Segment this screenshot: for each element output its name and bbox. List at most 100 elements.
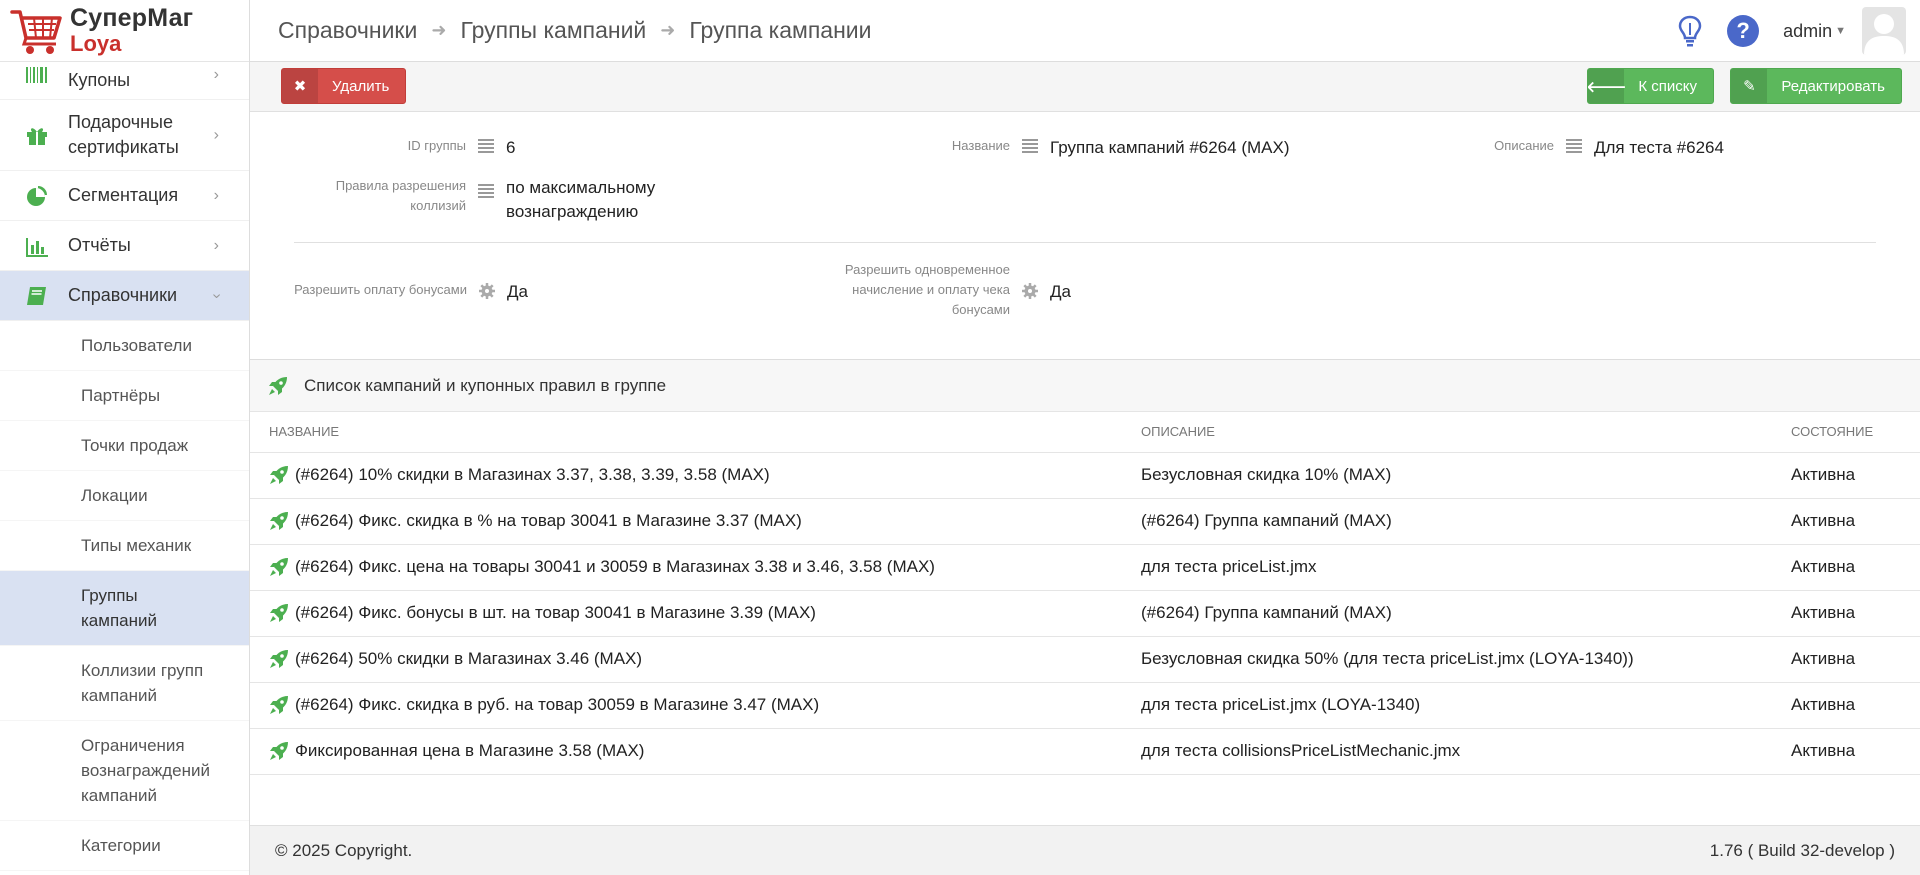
cell-state: Активна	[1772, 544, 1920, 591]
field-value: по максимальному вознаграждению	[506, 178, 656, 221]
sidebar-subitem-campaign-group-collisions[interactable]: Коллизии групп кампаний	[0, 646, 249, 721]
logo-title: СуперМаг	[70, 4, 194, 32]
sidebar-item-label: Отчёты	[68, 235, 131, 255]
caret-down-icon[interactable]: ▼	[1835, 25, 1846, 37]
field-allow-simultaneous: Разрешить одновременное начисление и опл…	[810, 260, 1071, 320]
cell-name[interactable]: (#6264) Фикс. скидка в руб. на товар 300…	[250, 682, 1122, 729]
cell-state: Активна	[1772, 590, 1920, 637]
divider	[294, 242, 1876, 243]
edit-button[interactable]: ✎ Редактировать	[1730, 68, 1902, 104]
campaign-name-link[interactable]: (#6264) Фикс. цена на товары 30041 и 300…	[295, 557, 935, 577]
cell-state: Активна	[1772, 636, 1920, 683]
sidebar-item-label: Подарочные сертификаты	[68, 112, 179, 157]
sidebar-subitem-locations[interactable]: Локации	[0, 471, 249, 521]
field-label: ID группы	[407, 138, 466, 153]
table-row[interactable]: (#6264) Фикс. скидка в руб. на товар 300…	[250, 682, 1920, 729]
gift-icon	[27, 128, 47, 145]
sidebar-item-references[interactable]: Справочники ›	[0, 271, 249, 321]
cell-name[interactable]: (#6264) Фикс. бонусы в шт. на товар 3004…	[250, 590, 1122, 637]
header: Справочники ➜ Группы кампаний ➜ Группа к…	[250, 0, 1920, 62]
arrow-left-icon: 🡐	[1588, 69, 1626, 103]
field-value: Да	[507, 282, 528, 301]
field-label: Описание	[1494, 138, 1554, 153]
table-row[interactable]: (#6264) Фикс. скидка в % на товар 30041 …	[250, 498, 1920, 545]
pie-chart-icon	[27, 185, 47, 206]
cell-name[interactable]: Фиксированная цена в Магазине 3.58 (MAX)	[250, 728, 1122, 775]
rocket-icon	[270, 604, 288, 622]
sidebar-subitem-categories[interactable]: Категории	[0, 821, 249, 871]
lightbulb-icon[interactable]	[1677, 15, 1703, 47]
rocket-icon	[270, 742, 288, 760]
table-row[interactable]: Фиксированная цена в Магазине 3.58 (MAX)…	[250, 728, 1920, 775]
breadcrumb-references[interactable]: Справочники	[278, 17, 417, 44]
field-value: Да	[1050, 282, 1071, 301]
table-row[interactable]: (#6264) 50% скидки в Магазинах 3.46 (MAX…	[250, 636, 1920, 683]
field-allow-bonus-payment: Разрешить оплату бонусами Да	[250, 280, 528, 304]
column-header-name[interactable]: НАЗВАНИЕ	[250, 412, 1122, 453]
sidebar-subitem-campaign-groups[interactable]: Группы кампаний	[0, 571, 249, 646]
barcode-icon	[26, 66, 47, 83]
campaign-name-link[interactable]: (#6264) 50% скидки в Магазинах 3.46 (MAX…	[295, 649, 642, 669]
cell-description: для теста priceList.jmx (LOYA-1340)	[1122, 682, 1772, 729]
campaign-name-link[interactable]: (#6264) 10% скидки в Магазинах 3.37, 3.3…	[295, 465, 770, 485]
field-collision-rules: Правила разрешения коллизий по максималь…	[250, 176, 696, 224]
cell-name[interactable]: (#6264) Фикс. скидка в % на товар 30041 …	[250, 498, 1122, 545]
cell-description: (#6264) Группа кампаний (MAX)	[1122, 590, 1772, 637]
sidebar-item-label: Справочники	[68, 285, 178, 305]
campaign-list-header: Список кампаний и купонных правил в груп…	[250, 360, 1920, 412]
bar-chart-icon	[26, 237, 48, 257]
back-to-list-button[interactable]: 🡐 К списку	[1587, 68, 1714, 104]
sidebar-subitem-users[interactable]: Пользователи	[0, 321, 249, 371]
arrow-right-icon: ➜	[431, 20, 447, 40]
cell-description: для теста priceList.jmx	[1122, 544, 1772, 591]
list-lines-icon	[478, 139, 494, 153]
gear-icon	[1022, 283, 1038, 299]
user-menu[interactable]: admin	[1783, 21, 1832, 42]
list-lines-icon	[1022, 139, 1038, 153]
cell-state: Активна	[1772, 728, 1920, 775]
breadcrumb-campaign-groups[interactable]: Группы кампаний	[460, 17, 646, 44]
rocket-icon	[270, 650, 288, 668]
campaign-list-title: Список кампаний и купонных правил в груп…	[304, 375, 667, 395]
field-value: Группа кампаний #6264 (MAX)	[1050, 138, 1290, 157]
gear-icon	[479, 283, 495, 299]
cell-state: Активна	[1772, 452, 1920, 499]
sidebar-subitem-partners[interactable]: Партнёры	[0, 371, 249, 421]
delete-button[interactable]: ✖ Удалить	[281, 68, 407, 104]
table-row[interactable]: (#6264) Фикс. цена на товары 30041 и 300…	[250, 544, 1920, 591]
sidebar-item-segmentation[interactable]: Сегментация ›	[0, 171, 249, 221]
chevron-right-icon: ›	[213, 186, 219, 204]
avatar[interactable]	[1862, 7, 1906, 55]
campaign-name-link[interactable]: (#6264) Фикс. скидка в % на товар 30041 …	[295, 511, 802, 531]
group-details: ID группы 6 Название Группа кампаний #62…	[250, 112, 1920, 360]
campaign-name-link[interactable]: (#6264) Фикс. бонусы в шт. на товар 3004…	[295, 603, 816, 623]
help-icon[interactable]: ?	[1727, 15, 1760, 47]
rocket-icon	[270, 558, 288, 576]
campaign-name-link[interactable]: (#6264) Фикс. скидка в руб. на товар 300…	[295, 695, 819, 715]
table-row[interactable]: (#6264) Фикс. бонусы в шт. на товар 3004…	[250, 590, 1920, 637]
sidebar-item-gift-certificates[interactable]: Подарочные сертификаты ›	[0, 100, 249, 171]
pencil-icon: ✎	[1731, 69, 1768, 103]
sidebar-subitem-mechanic-types[interactable]: Типы механик	[0, 521, 249, 571]
cell-name[interactable]: (#6264) Фикс. цена на товары 30041 и 300…	[250, 544, 1122, 591]
cell-description: Безусловная скидка 10% (MAX)	[1122, 452, 1772, 499]
cell-name[interactable]: (#6264) 50% скидки в Магазинах 3.46 (MAX…	[250, 636, 1122, 683]
close-icon: ✖	[282, 69, 318, 103]
cell-description: (#6264) Группа кампаний (MAX)	[1122, 498, 1772, 545]
sidebar-subitem-reward-limits[interactable]: Ограничения вознаграждений кампаний	[0, 721, 249, 821]
cell-name[interactable]: (#6264) 10% скидки в Магазинах 3.37, 3.3…	[250, 452, 1122, 499]
campaign-name-link[interactable]: Фиксированная цена в Магазине 3.58 (MAX)	[295, 741, 644, 761]
table-header-row: НАЗВАНИЕ ОПИСАНИЕ СОСТОЯНИЕ	[250, 412, 1920, 453]
table-row[interactable]: (#6264) 10% скидки в Магазинах 3.37, 3.3…	[250, 452, 1920, 499]
column-header-description[interactable]: ОПИСАНИЕ	[1122, 412, 1772, 453]
sidebar-item-reports[interactable]: Отчёты ›	[0, 221, 249, 271]
field-label: Разрешить оплату бонусами	[294, 282, 467, 297]
list-lines-icon	[1566, 139, 1582, 153]
sidebar-subitem-points-of-sale[interactable]: Точки продаж	[0, 421, 249, 471]
sidebar-item-coupons[interactable]: Купоны ›	[0, 50, 249, 100]
copyright: © 2025 Copyright.	[275, 840, 413, 860]
footer: © 2025 Copyright. 1.76 ( Build 32-develo…	[250, 825, 1920, 875]
cell-description: Безусловная скидка 50% (для теста priceL…	[1122, 636, 1772, 683]
book-icon	[27, 286, 46, 305]
column-header-state[interactable]: СОСТОЯНИЕ	[1772, 412, 1920, 453]
